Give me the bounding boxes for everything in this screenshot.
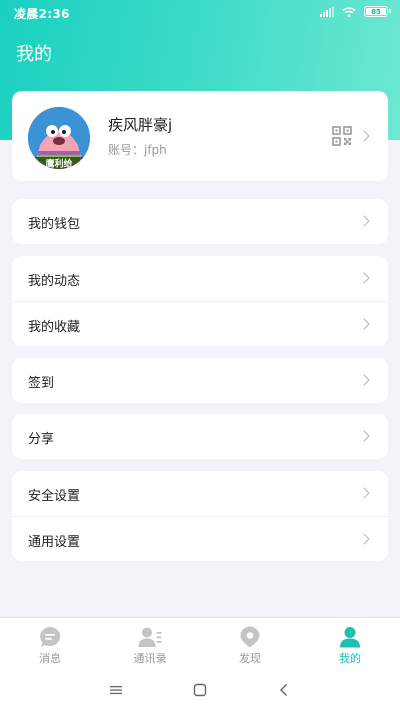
menu-item-label: 通用设置 <box>28 535 81 550</box>
home-icon[interactable] <box>193 683 207 697</box>
account-id: 账号：jfph <box>108 143 167 157</box>
status-icons: 85 <box>320 6 391 17</box>
tab-contacts[interactable]: 通讯录 <box>100 618 200 669</box>
chevron-right-icon <box>358 272 370 284</box>
menu-item-share[interactable]: 分享 <box>12 414 388 459</box>
chevron-right-icon <box>358 487 370 499</box>
avatar-caption: 鹰利给 <box>45 158 72 170</box>
status-bar: 凌晨2:36 85 <box>0 0 400 26</box>
menu-item-general-settings[interactable]: 通用设置 <box>12 516 388 561</box>
battery-level: 85 <box>371 7 381 16</box>
profile-card[interactable]: 鹰利给 疾风胖豪j 账号：jfph <box>12 91 388 181</box>
menu-item-security-settings[interactable]: 安全设置 <box>12 471 388 516</box>
chevron-right-icon <box>358 533 370 545</box>
menu-item-label: 签到 <box>28 376 55 391</box>
tab-discover[interactable]: 发现 <box>200 618 300 669</box>
signal-icon <box>320 6 334 17</box>
chevron-right-icon <box>358 318 370 330</box>
chevron-right-icon <box>358 430 370 442</box>
menu-item-checkin[interactable]: 签到 <box>12 358 388 403</box>
menu-group-settings: 安全设置 通用设置 <box>12 471 388 561</box>
menu-item-label: 我的收藏 <box>28 320 81 335</box>
menu-item-moments[interactable]: 我的动态 <box>12 256 388 301</box>
tab-label: 通讯录 <box>133 652 167 665</box>
menu-group-checkin: 签到 <box>12 358 388 403</box>
menu-item-label: 我的动态 <box>28 274 81 289</box>
chevron-right-icon <box>358 130 370 142</box>
system-navigation-bar <box>0 669 400 711</box>
location-pin-icon <box>240 626 260 648</box>
status-time: 凌晨2:36 <box>14 7 70 21</box>
menu-group-wallet: 我的钱包 <box>12 199 388 244</box>
menu-item-favorites[interactable]: 我的收藏 <box>12 301 388 346</box>
bottom-tab-bar: 消息 通讯录 发现 我的 <box>0 617 400 669</box>
message-icon <box>40 627 61 647</box>
tab-label: 消息 <box>39 652 61 665</box>
username: 疾风胖豪j <box>108 116 173 134</box>
tab-messages[interactable]: 消息 <box>0 618 100 669</box>
tab-label: 发现 <box>239 652 261 665</box>
back-icon[interactable] <box>277 683 291 697</box>
avatar[interactable]: 鹰利给 <box>28 107 90 169</box>
chevron-right-icon <box>358 374 370 386</box>
wifi-icon <box>342 6 356 17</box>
contacts-icon <box>138 627 162 647</box>
menu-group-activity: 我的动态 我的收藏 <box>12 256 388 346</box>
menu-icon[interactable] <box>109 683 123 697</box>
tab-mine[interactable]: 我的 <box>300 618 400 669</box>
chevron-right-icon <box>358 215 370 227</box>
qr-code-icon[interactable] <box>332 126 352 146</box>
person-icon <box>340 627 360 648</box>
menu-item-label: 安全设置 <box>28 489 81 504</box>
page-title: 我的 <box>16 44 52 65</box>
battery-icon: 85 <box>364 6 391 17</box>
tab-label: 我的 <box>339 652 361 665</box>
menu-item-label: 我的钱包 <box>28 217 81 232</box>
menu-item-label: 分享 <box>28 432 55 447</box>
menu-group-share: 分享 <box>12 414 388 459</box>
menu-item-wallet[interactable]: 我的钱包 <box>12 199 388 244</box>
